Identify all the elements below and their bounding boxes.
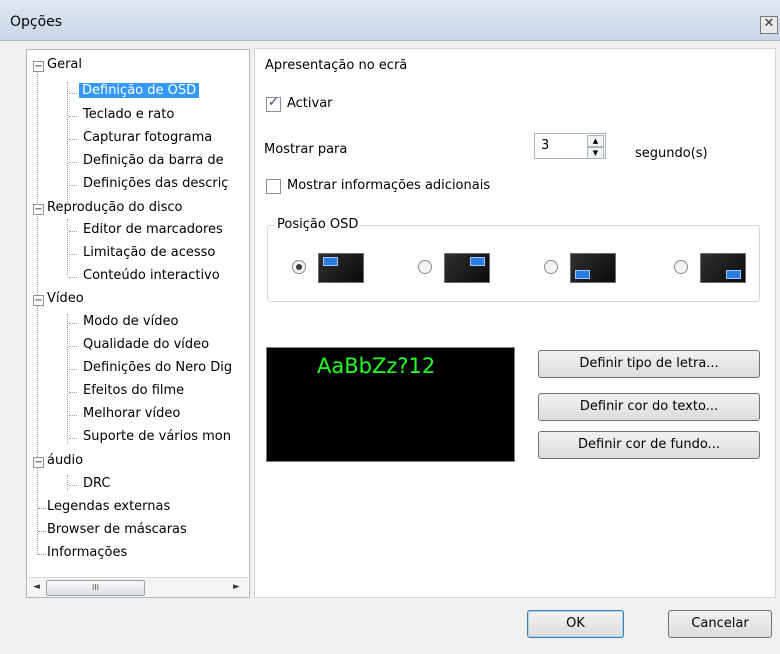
tree-item-enhance[interactable]: Melhorar vídeo: [83, 404, 180, 424]
collapse-icon[interactable]: −: [33, 61, 44, 72]
close-button[interactable]: ✕: [760, 16, 778, 34]
osd-position-title: Posição OSD: [275, 217, 361, 232]
cancel-button[interactable]: Cancelar: [668, 610, 772, 638]
tree-item-interactive[interactable]: Conteúdo interactivo: [83, 266, 220, 286]
position-bottom-left-preview[interactable]: [570, 253, 616, 283]
seconds-spinner[interactable]: 3 ▲ ▼: [534, 133, 606, 159]
tree-connector: [67, 475, 68, 491]
tree-item-video-quality[interactable]: Qualidade do vídeo: [83, 335, 209, 355]
tree-item-drc[interactable]: DRC: [83, 474, 110, 494]
collapse-icon[interactable]: −: [33, 457, 44, 468]
position-top-left-preview[interactable]: [318, 253, 364, 283]
tree-item-descriptions[interactable]: Definições das descriç: [83, 174, 228, 194]
extra-info-checkbox[interactable]: [266, 179, 281, 194]
scroll-right-icon[interactable]: ►: [233, 582, 240, 592]
ok-button[interactable]: OK: [527, 610, 624, 638]
horizontal-scrollbar[interactable]: ◄ III ►: [28, 577, 248, 597]
tree-item-disc[interactable]: Reprodução do disco: [47, 198, 182, 218]
tree-connector: [67, 314, 68, 444]
tree-item-multi[interactable]: Suporte de vários mon: [83, 427, 231, 447]
position-top-right-radio[interactable]: [418, 260, 432, 274]
tree-item-video[interactable]: Vídeo: [47, 289, 84, 309]
spin-up-icon[interactable]: ▲: [587, 135, 604, 147]
tree-item-info[interactable]: Informações: [47, 543, 127, 563]
set-bg-color-button[interactable]: Definir cor de fundo...: [538, 431, 760, 459]
position-bottom-left-radio[interactable]: [544, 260, 558, 274]
position-top-right-preview[interactable]: [444, 253, 490, 283]
set-font-button[interactable]: Definir tipo de letra...: [538, 350, 760, 378]
collapse-icon[interactable]: −: [33, 295, 44, 306]
tree-item-subtitles[interactable]: Legendas externas: [47, 497, 170, 517]
options-tree[interactable]: − Geral Definição de OSD Teclado e rato …: [26, 49, 250, 598]
tree-item-keyboard[interactable]: Teclado e rato: [83, 105, 174, 125]
show-for-label: Mostrar para: [264, 142, 348, 157]
tree-item-bar[interactable]: Definição da barra de: [83, 151, 224, 171]
tree-item-osd[interactable]: Definição de OSD: [79, 81, 200, 101]
window-title: Opções: [10, 14, 63, 30]
osd-group-title: Apresentação no ecrã: [263, 58, 410, 73]
activate-label: Activar: [287, 96, 333, 111]
set-text-color-button[interactable]: Definir cor do texto...: [538, 393, 760, 421]
collapse-icon[interactable]: −: [33, 204, 44, 215]
tree-item-access[interactable]: Limitação de acesso: [83, 243, 215, 263]
position-bottom-right-radio[interactable]: [674, 260, 688, 274]
scroll-left-icon[interactable]: ◄: [33, 582, 40, 592]
title-bar: Opções ✕: [0, 0, 780, 41]
scroll-thumb[interactable]: III: [46, 580, 145, 596]
tree-connector: [67, 82, 68, 202]
tree-item-capture[interactable]: Capturar fotograma: [83, 128, 212, 148]
activate-checkbox[interactable]: [266, 95, 281, 112]
tree-item-effects[interactable]: Efeitos do filme: [83, 381, 184, 401]
tree-item-nero[interactable]: Definições do Nero Dig: [83, 358, 232, 378]
seconds-label: segundo(s): [635, 146, 708, 161]
text-preview: AaBbZz?12: [266, 347, 515, 462]
osd-settings-panel: [254, 48, 776, 598]
tree-item-geral[interactable]: Geral: [47, 55, 82, 75]
extra-info-label: Mostrar informações adicionais: [287, 178, 491, 193]
tree-item-bookmarks[interactable]: Editor de marcadores: [83, 220, 223, 240]
tree-item-video-mode[interactable]: Modo de vídeo: [83, 312, 178, 332]
spin-down-icon[interactable]: ▼: [587, 147, 604, 159]
tree-item-audio[interactable]: áudio: [47, 451, 83, 471]
tree-connector: [67, 219, 68, 277]
tree-item-skins[interactable]: Browser de máscaras: [47, 520, 187, 540]
close-icon: ✕: [763, 16, 775, 31]
tree-connector: [37, 70, 38, 555]
position-bottom-right-preview[interactable]: [700, 253, 746, 283]
preview-text: AaBbZz?12: [317, 354, 436, 378]
seconds-value[interactable]: 3: [541, 138, 549, 153]
position-top-left-radio[interactable]: [292, 260, 306, 274]
